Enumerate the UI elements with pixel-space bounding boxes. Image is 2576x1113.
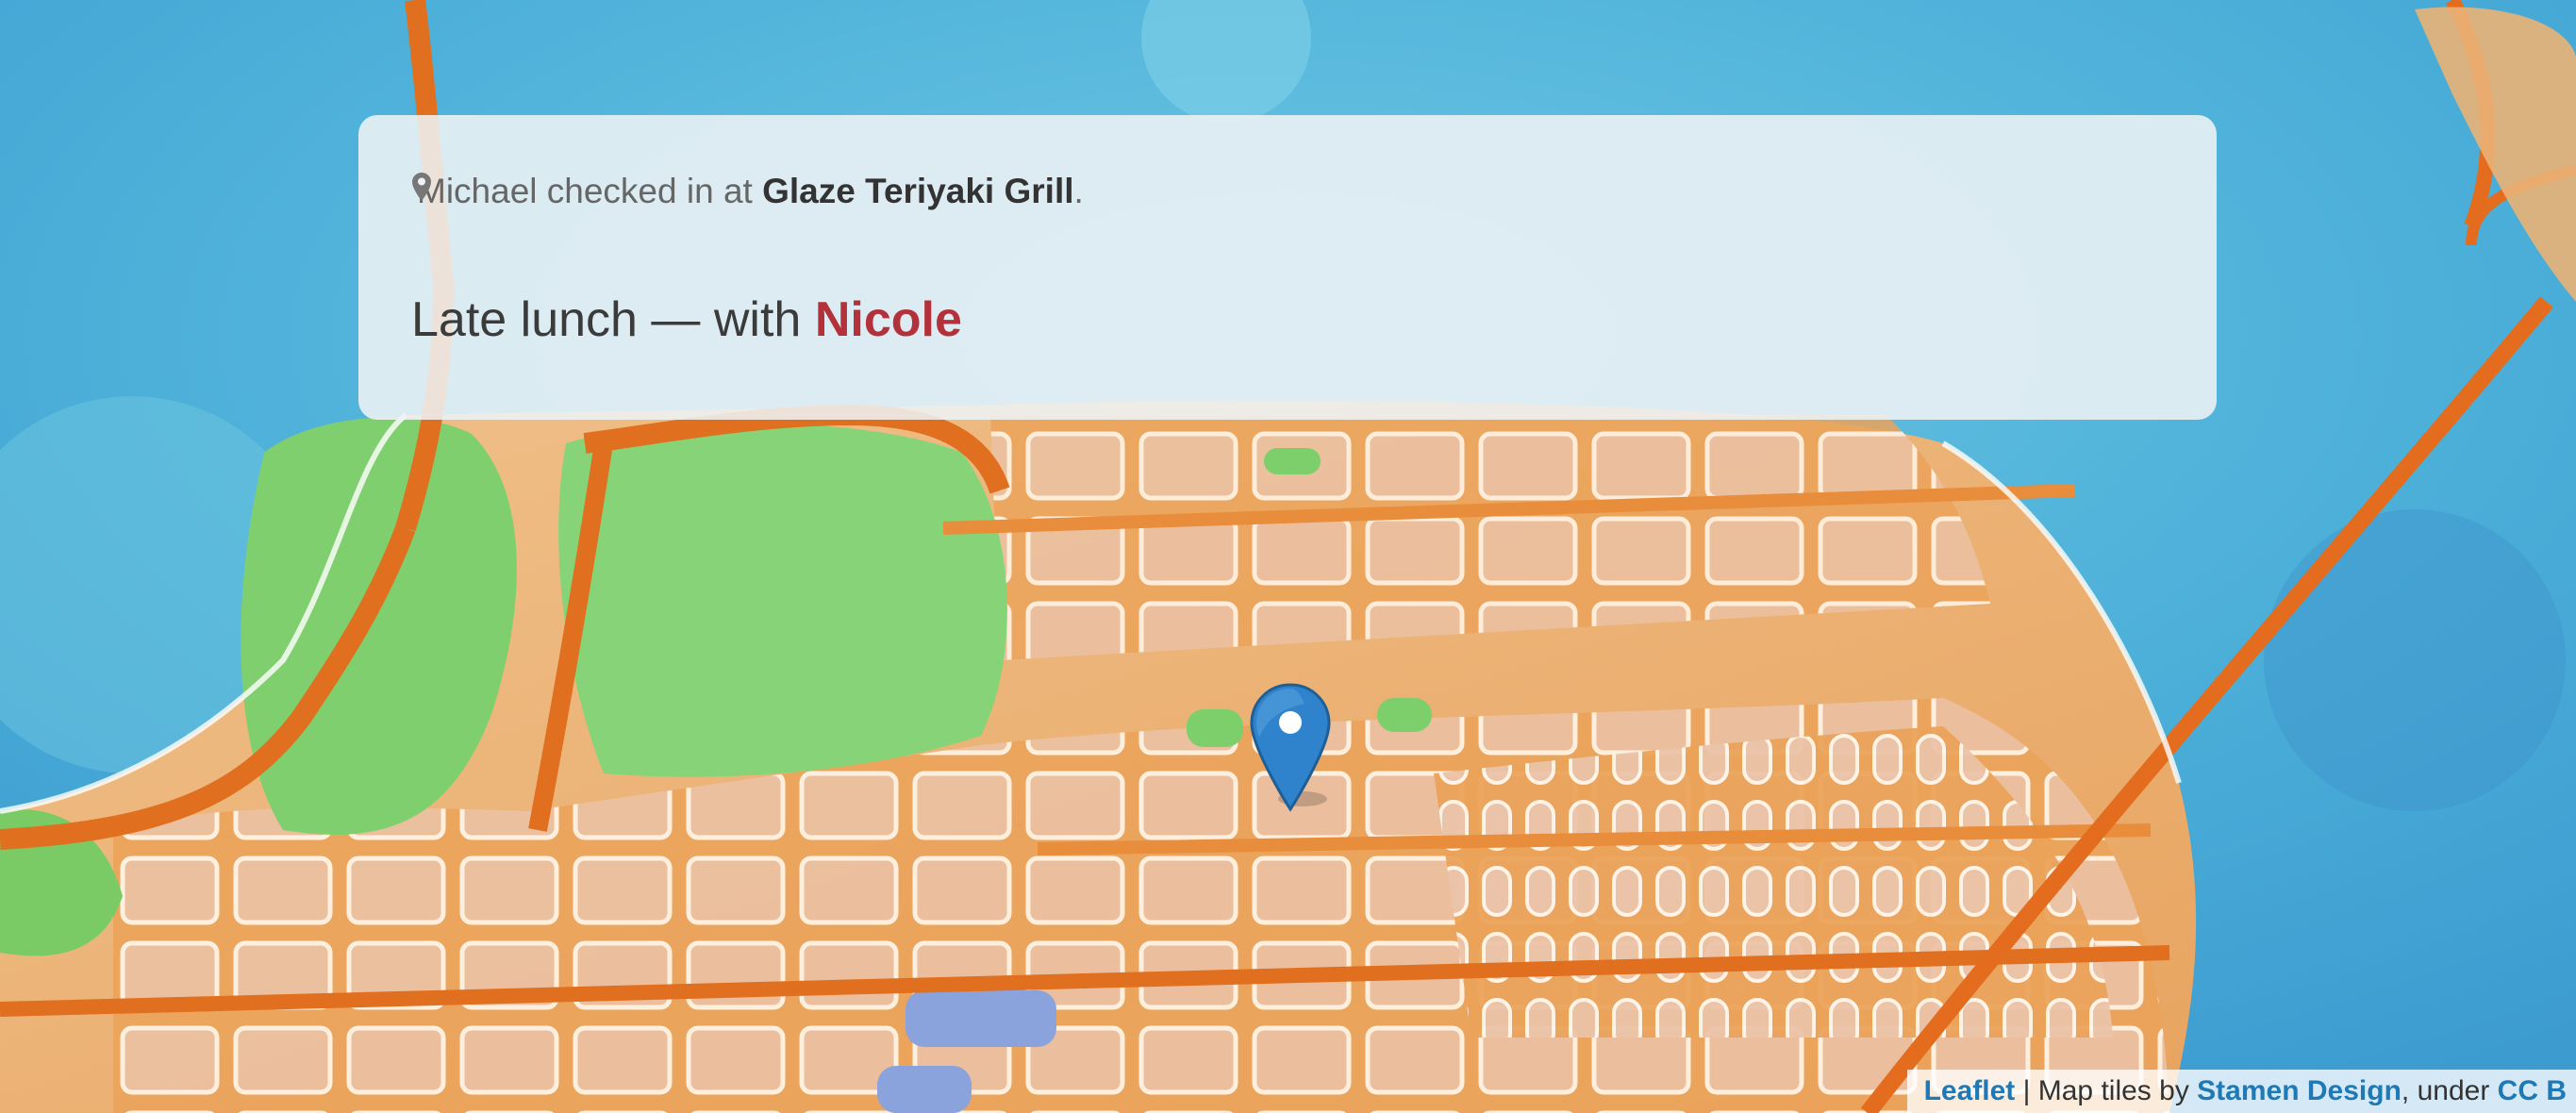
tagged-friend[interactable]: Nicole bbox=[815, 292, 962, 347]
message-separator: — bbox=[651, 292, 701, 347]
map-attribution: Leaflet | Map tiles by Stamen Design, un… bbox=[1906, 1070, 2576, 1113]
checkin-card: Michael checked in at Glaze Teriyaki Gri… bbox=[358, 115, 2217, 420]
checkin-place[interactable]: Glaze Teriyaki Grill bbox=[762, 172, 1073, 210]
attribution-divider: | bbox=[2015, 1075, 2038, 1106]
stamen-link[interactable]: Stamen Design bbox=[2197, 1075, 2401, 1106]
attribution-tiles-by: Map tiles by bbox=[2037, 1075, 2189, 1106]
leaflet-link[interactable]: Leaflet bbox=[1924, 1075, 2016, 1106]
checkin-line: Michael checked in at Glaze Teriyaki Gri… bbox=[411, 172, 1084, 211]
checkin-action: checked in at bbox=[546, 172, 753, 210]
with-label: with bbox=[713, 292, 802, 347]
checkin-message: Late lunch — with Nicole bbox=[411, 291, 962, 348]
message-text: Late lunch bbox=[411, 292, 638, 347]
map-view[interactable]: Michael checked in at Glaze Teriyaki Gri… bbox=[0, 0, 2576, 1113]
checkin-user: Michael bbox=[417, 172, 538, 210]
checkin-period: . bbox=[1073, 172, 1084, 210]
map-marker-icon[interactable] bbox=[1248, 681, 1333, 813]
attribution-under: , under bbox=[2401, 1075, 2490, 1106]
license-link[interactable]: CC B bbox=[2498, 1075, 2567, 1106]
